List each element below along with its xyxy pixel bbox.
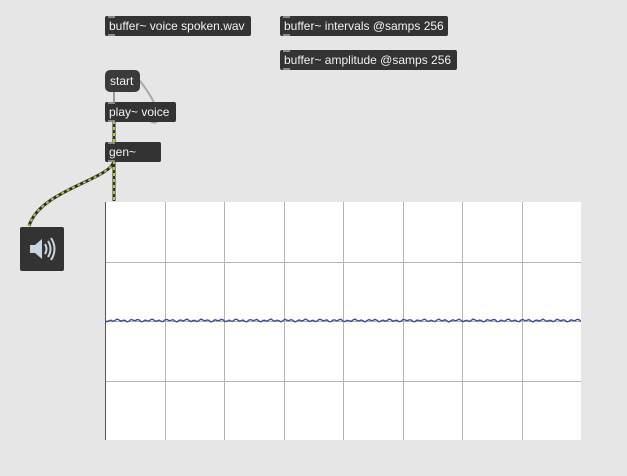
oscilloscope-display [104,202,582,440]
buffer-voice-object[interactable]: buffer~ voice spoken.wav [105,16,251,36]
buffer-intervals-label: buffer~ intervals @samps 256 [284,19,444,33]
cord-gen-to-speaker[interactable] [27,160,116,227]
gen-object[interactable]: gen~ [105,142,161,162]
speaker-icon [30,237,56,261]
gen-label: gen~ [109,145,137,159]
buffer-amplitude-label: buffer~ amplitude @samps 256 [284,53,452,67]
play-voice-object[interactable]: play~ voice [105,102,176,122]
start-message-label: start [110,74,134,88]
scope-grid [104,202,582,440]
speaker-toggle-button[interactable] [20,227,64,271]
play-voice-label: play~ voice [109,105,170,119]
buffer-voice-label: buffer~ voice spoken.wav [109,19,245,33]
buffer-intervals-object[interactable]: buffer~ intervals @samps 256 [280,16,448,36]
buffer-amplitude-object[interactable]: buffer~ amplitude @samps 256 [280,50,457,70]
start-message-button[interactable]: start [105,70,140,92]
